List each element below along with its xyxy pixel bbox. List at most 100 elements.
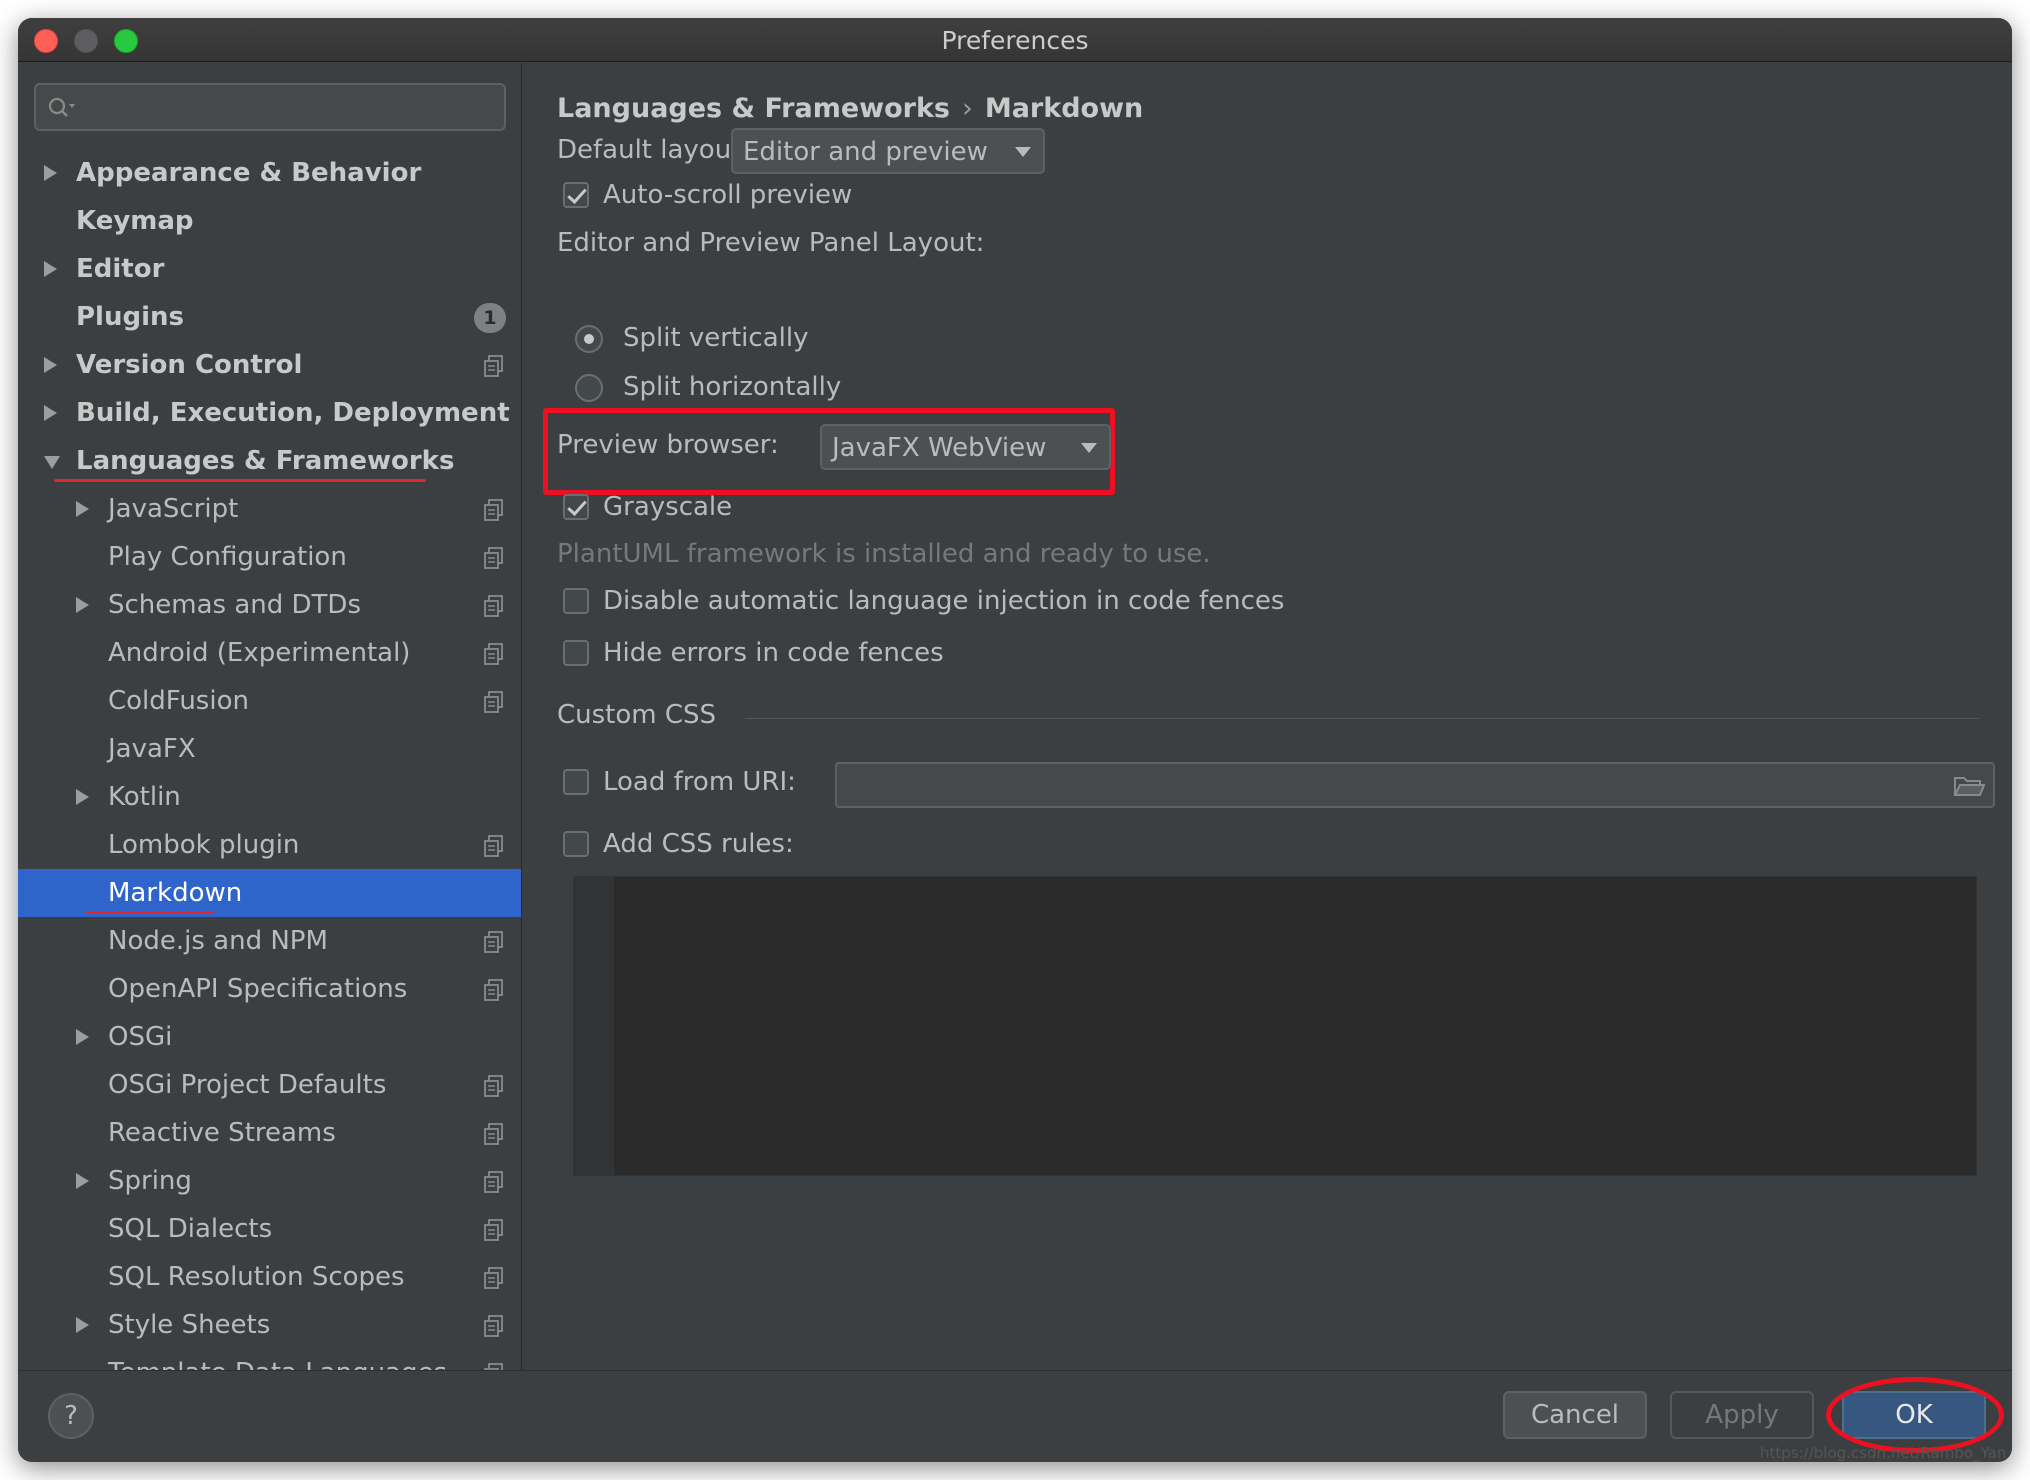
chevron-down-icon (1081, 443, 1097, 453)
chevron-right-icon[interactable] (44, 165, 57, 181)
settings-search-box[interactable] (34, 83, 506, 131)
hide-errors-checkbox[interactable] (563, 640, 589, 666)
sidebar-item-coldfusion[interactable]: ColdFusion (18, 677, 521, 725)
add-css-rules-label[interactable]: Add CSS rules: (603, 829, 794, 859)
project-settings-icon (484, 547, 504, 569)
breadcrumb-parent[interactable]: Languages & Frameworks (557, 93, 950, 124)
chevron-right-icon[interactable] (76, 501, 89, 517)
sidebar-item-appearance-behavior[interactable]: Appearance & Behavior (18, 149, 521, 197)
disable-injection-checkbox[interactable] (563, 588, 589, 614)
markdown-settings-panel: Languages & Frameworks › Markdown Default … (523, 63, 2012, 1370)
section-divider (745, 718, 1979, 719)
sidebar-item-label: Schemas and DTDs (108, 590, 361, 620)
disable-injection-label[interactable]: Disable automatic language injection in … (603, 586, 1284, 616)
sidebar-item-label: Kotlin (108, 782, 181, 812)
grayscale-checkbox[interactable] (563, 494, 589, 520)
preview-browser-label: Preview browser: (557, 430, 779, 460)
sidebar-item-android-experimental[interactable]: Android (Experimental) (18, 629, 521, 677)
sidebar-item-label: OSGi (108, 1022, 173, 1052)
sidebar-item-label: Spring (108, 1166, 192, 1196)
load-from-uri-label[interactable]: Load from URI: (603, 767, 796, 797)
default-layout-dropdown[interactable]: Editor and preview (731, 128, 1045, 174)
preview-browser-dropdown[interactable]: JavaFX WebView (820, 424, 1111, 470)
project-settings-icon (484, 1219, 504, 1241)
split-horizontally-label[interactable]: Split horizontally (623, 372, 841, 402)
chevron-down-icon (1015, 147, 1031, 157)
sidebar-item-label: Languages & Frameworks (76, 446, 455, 476)
load-from-uri-checkbox[interactable] (563, 769, 589, 795)
split-horizontally-radio[interactable] (575, 374, 603, 402)
sidebar-item-kotlin[interactable]: Kotlin (18, 773, 521, 821)
settings-search-input[interactable] (86, 91, 486, 123)
folder-icon[interactable] (1953, 772, 1985, 800)
apply-button[interactable]: Apply (1670, 1391, 1814, 1439)
dialog-footer: ? Cancel Apply OK (18, 1370, 2012, 1462)
chevron-right-icon[interactable] (44, 357, 57, 373)
breadcrumb-separator: › (962, 93, 973, 124)
sidebar-item-languages-frameworks[interactable]: Languages & Frameworks (18, 437, 521, 485)
breadcrumb: Languages & Frameworks › Markdown (557, 93, 1143, 124)
chevron-right-icon[interactable] (76, 1173, 89, 1189)
chevron-down-icon[interactable] (44, 456, 60, 469)
chevron-right-icon[interactable] (44, 405, 57, 421)
sidebar-item-javascript[interactable]: JavaScript (18, 485, 521, 533)
chevron-right-icon[interactable] (76, 597, 89, 613)
project-settings-icon (484, 499, 504, 521)
grayscale-label[interactable]: Grayscale (603, 492, 732, 522)
sidebar-item-label: Reactive Streams (108, 1118, 336, 1148)
sidebar-item-osgi-project-defaults[interactable]: OSGi Project Defaults (18, 1061, 521, 1109)
sidebar-item-reactive-streams[interactable]: Reactive Streams (18, 1109, 521, 1157)
sidebar-item-label: Template Data Languages (108, 1358, 447, 1370)
project-settings-icon (484, 643, 504, 665)
sidebar-item-label: JavaFX (108, 734, 196, 764)
css-uri-field[interactable] (835, 762, 1995, 808)
plugins-update-badge: 1 (474, 303, 506, 333)
chevron-right-icon[interactable] (44, 261, 57, 277)
sidebar-item-sql-dialects[interactable]: SQL Dialects (18, 1205, 521, 1253)
sidebar-item-label: Build, Execution, Deployment (76, 398, 510, 428)
add-css-rules-checkbox[interactable] (563, 831, 589, 857)
project-settings-icon (484, 1171, 504, 1193)
auto-scroll-checkbox[interactable] (563, 182, 589, 208)
help-button[interactable]: ? (48, 1393, 94, 1439)
css-rules-editor[interactable] (573, 876, 1977, 1176)
sidebar-item-markdown[interactable]: Markdown (18, 869, 521, 917)
sidebar-item-sql-resolution-scopes[interactable]: SQL Resolution Scopes (18, 1253, 521, 1301)
search-icon (48, 97, 75, 117)
sidebar-item-template-data-languages[interactable]: Template Data Languages (18, 1349, 521, 1370)
sidebar-item-openapi-specifications[interactable]: OpenAPI Specifications (18, 965, 521, 1013)
auto-scroll-label[interactable]: Auto-scroll preview (603, 180, 852, 210)
chevron-right-icon[interactable] (76, 1317, 89, 1333)
sidebar-item-plugins[interactable]: Plugins 1 (18, 293, 521, 341)
default-layout-value: Editor and preview (743, 137, 988, 167)
sidebar-item-build-execution-deployment[interactable]: Build, Execution, Deployment (18, 389, 521, 437)
sidebar-item-javafx[interactable]: JavaFX (18, 725, 521, 773)
cancel-button[interactable]: Cancel (1503, 1391, 1647, 1439)
project-settings-icon (484, 979, 504, 1001)
split-vertically-radio[interactable] (575, 325, 603, 353)
sidebar-item-label: SQL Dialects (108, 1214, 273, 1244)
sidebar-item-version-control[interactable]: Version Control (18, 341, 521, 389)
hide-errors-label[interactable]: Hide errors in code fences (603, 638, 944, 668)
window-title: Preferences (941, 26, 1089, 55)
project-settings-icon (484, 355, 504, 377)
sidebar-item-style-sheets[interactable]: Style Sheets (18, 1301, 521, 1349)
sidebar-item-editor[interactable]: Editor (18, 245, 521, 293)
sidebar-item-spring[interactable]: Spring (18, 1157, 521, 1205)
sidebar-item-keymap[interactable]: Keymap (18, 197, 521, 245)
project-settings-icon (484, 1267, 504, 1289)
sidebar-item-label: Play Configuration (108, 542, 347, 572)
annotation-underline (86, 911, 214, 914)
sidebar-item-osgi[interactable]: OSGi (18, 1013, 521, 1061)
split-vertically-label[interactable]: Split vertically (623, 323, 808, 353)
sidebar-item-lombok-plugin[interactable]: Lombok plugin (18, 821, 521, 869)
preview-browser-value: JavaFX WebView (832, 433, 1047, 463)
sidebar-item-node-js-and-npm[interactable]: Node.js and NPM (18, 917, 521, 965)
title-bar: Preferences (18, 18, 2012, 62)
sidebar-item-play-configuration[interactable]: Play Configuration (18, 533, 521, 581)
chevron-right-icon[interactable] (76, 789, 89, 805)
watermark-text: https://blog.csdn.net/Rambo_Yan (1760, 1444, 2007, 1462)
chevron-right-icon[interactable] (76, 1029, 89, 1045)
sidebar-item-label: Style Sheets (108, 1310, 271, 1340)
sidebar-item-schemas-and-dtds[interactable]: Schemas and DTDs (18, 581, 521, 629)
